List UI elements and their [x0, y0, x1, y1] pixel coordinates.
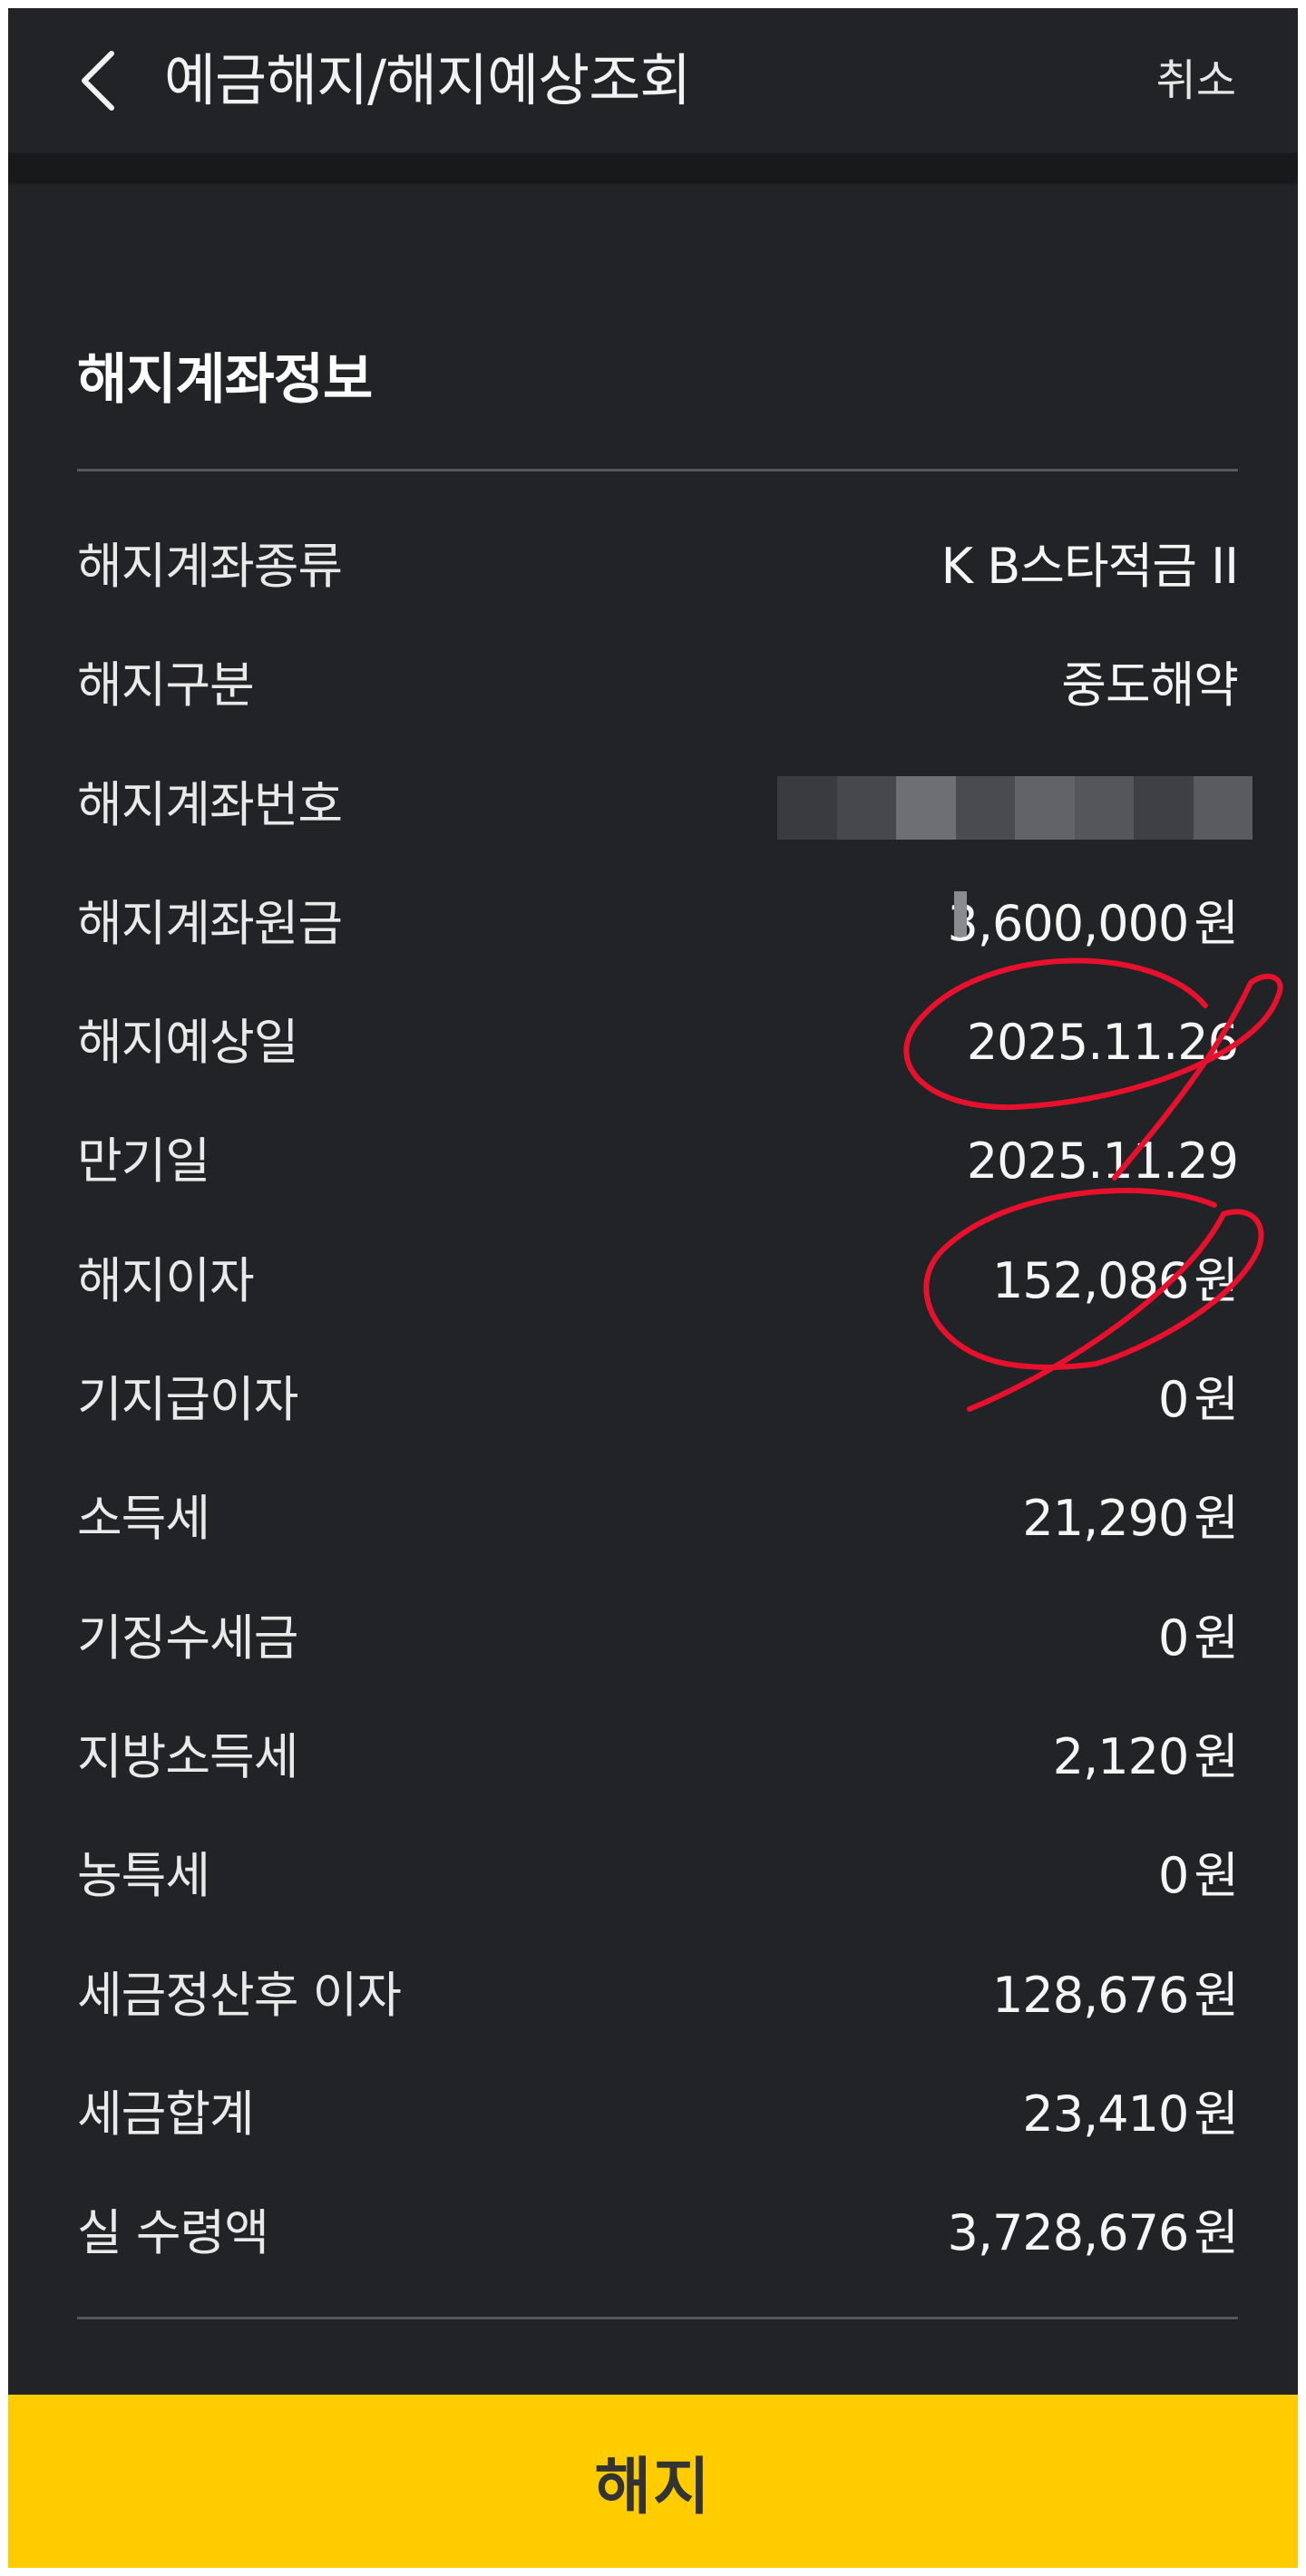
- mosaic-block: [955, 775, 1015, 840]
- currency-unit: 원: [1194, 1609, 1239, 1667]
- info-value-text: 21,290: [1022, 1490, 1189, 1548]
- terminate-button[interactable]: 해지: [8, 2395, 1298, 2568]
- info-value-text: 3,728,676: [947, 2204, 1189, 2262]
- info-value: 152,086 원: [992, 1245, 1239, 1317]
- currency-unit: 원: [1194, 894, 1239, 952]
- info-value-text: K B스타적금 II: [941, 538, 1239, 595]
- info-label: 소득세: [77, 1490, 210, 1548]
- info-value: 2,120 원: [1052, 1721, 1239, 1793]
- currency-unit: 원: [1194, 1490, 1239, 1548]
- mosaic-block: [896, 775, 956, 840]
- info-row: 만기일 2025.11.29: [77, 1107, 1239, 1226]
- info-value: 21,290 원: [1022, 1482, 1239, 1555]
- info-value: 3,728,676 원: [947, 2197, 1239, 2270]
- info-row: 해지예상일 2025.11.26: [77, 988, 1239, 1107]
- info-value-text: 중도해약: [1061, 656, 1239, 714]
- mosaic-block: [1015, 775, 1075, 840]
- currency-unit: 원: [1194, 1371, 1239, 1429]
- info-value: 2025.11.26: [966, 1006, 1239, 1079]
- section-title: 해지계좌정보: [77, 348, 373, 412]
- cancel-button[interactable]: 취소: [1156, 44, 1236, 117]
- info-label: 농특세: [77, 1847, 210, 1905]
- info-label: 해지계좌번호: [77, 775, 343, 833]
- info-label: 기지급이자: [77, 1371, 298, 1429]
- info-row: 기징수세금 0 원: [77, 1584, 1239, 1703]
- info-label: 지방소득세: [77, 1727, 298, 1785]
- mosaic-block: [1193, 775, 1252, 840]
- currency-unit: 원: [1194, 2204, 1239, 2262]
- info-row: 해지계좌종류 K B스타적금 II: [77, 512, 1239, 631]
- info-row: 해지계좌원금 3,600,000 원: [77, 870, 1239, 988]
- info-value: 0원: [1157, 1364, 1239, 1436]
- info-value: K B스타적금 II: [941, 530, 1239, 603]
- app-screen: 예금해지/해지예상조회 취소 해지계좌정보 해지계좌종류 K B스타적금 II 해지…: [8, 8, 1298, 2568]
- info-label: 해지계좌원금: [77, 894, 343, 952]
- currency-unit: 원: [1194, 1251, 1239, 1309]
- redaction-edge: [954, 891, 967, 937]
- info-row: 해지구분 중도해약: [77, 631, 1239, 750]
- info-row: 농특세 0 원: [77, 1822, 1239, 1940]
- mosaic-block: [836, 775, 896, 840]
- header-divider: [8, 153, 1298, 184]
- info-row: 기지급이자 0 원: [77, 1346, 1239, 1464]
- info-value: 128,676 원: [992, 1959, 1239, 2032]
- account-info-list: 해지계좌종류 K B스타적금 II 해지구분 중도해약해지계좌번호해지계좌원금 3,60…: [77, 512, 1252, 2298]
- mosaic-block: [1074, 775, 1134, 840]
- info-label: 해지이자: [77, 1251, 255, 1309]
- info-value-text: 2025.11.26: [966, 1014, 1239, 1072]
- info-value: 2025.11.29: [966, 1125, 1239, 1198]
- info-row: 세금합계 23,410 원: [77, 2060, 1239, 2179]
- info-label: 해지계좌종류: [77, 538, 343, 595]
- info-label: 세금합계: [77, 2085, 255, 2143]
- info-label: 만기일: [77, 1132, 210, 1191]
- info-value: 3,600,000 원: [947, 888, 1239, 960]
- info-value-text: 0: [1157, 1847, 1189, 1905]
- info-label: 실 수령액: [77, 2204, 269, 2262]
- info-value-text: 2,120: [1052, 1727, 1190, 1785]
- info-row: 해지이자 152,086 원: [77, 1227, 1239, 1346]
- mosaic-block: [777, 775, 837, 840]
- info-label: 해지구분: [77, 656, 255, 714]
- app-header: 예금해지/해지예상조회 취소: [8, 8, 1298, 153]
- currency-unit: 원: [1194, 1847, 1239, 1905]
- info-row: 소득세 21,290 원: [77, 1464, 1239, 1583]
- info-value: 0원: [1157, 1602, 1239, 1675]
- section-divider-bottom: [77, 2317, 1238, 2319]
- info-row: 실 수령액 3,728,676 원: [77, 2179, 1239, 2298]
- section-divider-top: [77, 469, 1238, 471]
- mosaic-block: [1134, 775, 1194, 840]
- info-label: 세금정산후 이자: [77, 1966, 402, 2024]
- currency-unit: 원: [1194, 1966, 1239, 2024]
- info-value: 중도해약: [1061, 649, 1239, 722]
- info-label: 해지예상일: [77, 1014, 298, 1072]
- currency-unit: 원: [1194, 1727, 1239, 1785]
- page-title: 예금해지/해지예상조회: [164, 47, 691, 113]
- info-value: 0원: [1157, 1840, 1239, 1912]
- info-label: 기징수세금: [77, 1609, 298, 1667]
- info-value-text: 3,600,000: [947, 894, 1189, 952]
- info-value-text: 0: [1157, 1609, 1189, 1667]
- info-value: 23,410 원: [1022, 2078, 1239, 2151]
- masked-account-number: [777, 775, 1252, 840]
- info-row: 세금정산후 이자 128,676 원: [77, 1941, 1239, 2060]
- info-value-text: 0: [1157, 1371, 1189, 1429]
- info-row: 해지계좌번호: [77, 751, 1252, 870]
- info-value-text: 152,086: [992, 1251, 1189, 1309]
- info-value-text: 2025.11.29: [966, 1132, 1239, 1191]
- currency-unit: 원: [1194, 2085, 1239, 2143]
- info-value-text: 23,410: [1022, 2085, 1189, 2143]
- info-row: 지방소득세 2,120 원: [77, 1703, 1239, 1822]
- info-value-text: 128,676: [992, 1966, 1189, 2024]
- back-chevron-icon[interactable]: [72, 44, 126, 117]
